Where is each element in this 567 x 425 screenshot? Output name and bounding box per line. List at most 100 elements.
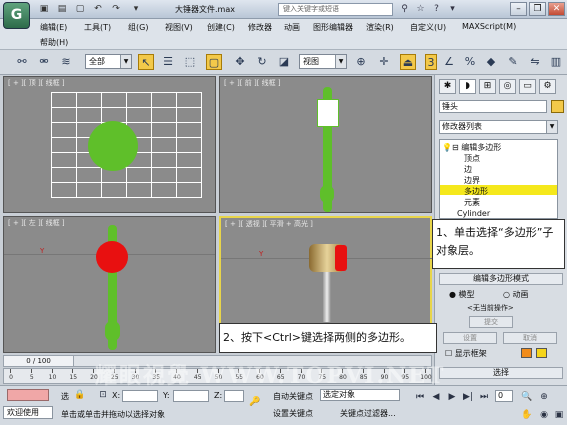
utilities-tab-icon[interactable]: ⚙ [539, 79, 556, 94]
select-by-name-icon[interactable]: ☰ [160, 54, 176, 70]
hammer-head-selected[interactable] [96, 241, 128, 273]
rollout-selection[interactable]: 选择 [439, 367, 563, 379]
new-icon[interactable]: ▢ [74, 3, 86, 15]
selection-filter-dropdown[interactable]: 全部 ▼ [85, 54, 132, 69]
viewport-front[interactable]: [ + ][ 前 ][ 线框 ] [219, 76, 432, 213]
pivot-center-icon[interactable]: ⊕ [353, 54, 369, 70]
hammer-head-selected[interactable] [317, 99, 339, 127]
z-coordinate-field[interactable] [224, 390, 244, 402]
bind-spacewarp-icon[interactable]: ≋ [58, 54, 74, 70]
hammer-face-selected[interactable] [335, 245, 347, 271]
menu-group[interactable]: 组(G) [128, 22, 148, 33]
reference-coord-dropdown[interactable]: 视图 ▼ [299, 54, 347, 69]
menu-help[interactable]: 帮助(H) [40, 37, 68, 48]
lock-selection-icon[interactable]: 🔒 [73, 388, 87, 402]
viewport-label[interactable]: [ + ][ 顶 ][ 线框 ] [8, 78, 65, 88]
prev-frame-icon[interactable]: ◀ [429, 390, 443, 404]
orbit-icon[interactable]: ◉ [537, 408, 551, 422]
selected-object-dropdown[interactable]: 选定对象 [320, 389, 400, 401]
project-icon[interactable]: ▾ [130, 3, 142, 15]
stack-item-polygon[interactable]: 多边形 [464, 186, 488, 197]
viewport-top[interactable]: [ + ][ 顶 ][ 线框 ] [3, 76, 216, 213]
modify-tab-icon[interactable]: ◗ [459, 79, 476, 94]
x-coordinate-field[interactable] [122, 390, 158, 402]
next-frame-icon[interactable]: ▶| [461, 390, 475, 404]
hierarchy-tab-icon[interactable]: ⊞ [479, 79, 496, 94]
show-cage-checkbox[interactable]: ☐ 显示框架 [445, 348, 487, 359]
search-input[interactable]: 键入关键字或短语 [278, 3, 393, 16]
object-color-swatch[interactable] [551, 100, 564, 113]
menu-modifiers[interactable]: 修改器 [248, 22, 272, 33]
y-coordinate-field[interactable] [173, 390, 209, 402]
maximize-viewport-icon[interactable]: ▣ [552, 408, 566, 422]
current-frame-field[interactable]: 0 [495, 390, 513, 402]
pan-icon[interactable]: ✋ [520, 408, 534, 422]
key-filters-button[interactable]: 关键点过滤器... [340, 408, 396, 419]
stack-item-edge[interactable]: 边 [464, 164, 472, 175]
mode-animate-radio[interactable]: ○ 动画 [503, 289, 529, 300]
help-icon[interactable]: ? [430, 3, 443, 16]
stack-root-editpoly[interactable]: 💡⊟ 编辑多边形 [442, 142, 501, 153]
cage-selected-color-swatch[interactable] [536, 348, 547, 358]
display-tab-icon[interactable]: ▭ [519, 79, 536, 94]
menu-maxscript[interactable]: MAXScript(M) [462, 22, 516, 31]
setkey-button[interactable]: 设置关键点 [273, 408, 313, 419]
angle-snap-icon[interactable]: ∠ [441, 54, 457, 70]
unlink-icon[interactable]: ⚮ [36, 54, 52, 70]
stack-item-element[interactable]: 元素 [464, 197, 480, 208]
autokey-button[interactable]: 自动关键点 [273, 391, 313, 402]
menu-views[interactable]: 视图(V) [165, 22, 193, 33]
align-icon[interactable]: ▥ [548, 54, 564, 70]
open-icon[interactable]: ▣ [38, 3, 50, 15]
absolute-mode-icon[interactable]: ⊡ [96, 388, 110, 402]
cage-color-swatch[interactable] [521, 348, 532, 358]
goto-end-icon[interactable]: ⏭ [477, 390, 491, 404]
viewport-label[interactable]: [ + ][ 透视 ][ 平滑 + 高光 ] [225, 219, 313, 229]
settings-button[interactable]: 设置 [443, 332, 497, 344]
stack-item-cylinder[interactable]: Cylinder [457, 209, 490, 218]
cancel-button[interactable]: 取消 [503, 332, 557, 344]
maxscript-listener[interactable] [7, 389, 49, 401]
mode-model-radio[interactable]: ● 模型 [449, 289, 475, 300]
viewport-label[interactable]: [ + ][ 左 ][ 线框 ] [8, 218, 65, 228]
goto-start-icon[interactable]: ⏮ [413, 390, 427, 404]
minimize-button[interactable]: – [510, 2, 527, 16]
rotate-icon[interactable]: ↻ [254, 54, 270, 70]
hammer-head-shape[interactable] [88, 121, 138, 171]
viewport-left[interactable]: [ + ][ 左 ][ 线框 ] Y [3, 216, 216, 353]
modifier-list-dropdown[interactable]: 修改器列表 ▼ [439, 120, 558, 134]
rollout-editpoly-mode[interactable]: 编辑多边形模式 [439, 273, 563, 285]
modifier-stack[interactable]: 💡⊟ 编辑多边形 顶点 边 边界 多边形 元素 [439, 139, 558, 219]
commit-button[interactable]: 提交 [469, 316, 513, 328]
scale-icon[interactable]: ◪ [276, 54, 292, 70]
mirror-icon[interactable]: ⇋ [527, 54, 543, 70]
spinner-snap-icon[interactable]: ◆ [483, 54, 499, 70]
menu-create[interactable]: 创建(C) [207, 22, 235, 33]
time-slider-thumb[interactable]: 0 / 100 [4, 356, 74, 366]
percent-snap-icon[interactable]: % [462, 54, 478, 70]
motion-tab-icon[interactable]: ◎ [499, 79, 516, 94]
star-icon[interactable]: ☆ [414, 3, 427, 16]
manipulate-icon[interactable]: ✛ [376, 54, 392, 70]
menu-graph-editors[interactable]: 图形编辑器 [313, 22, 353, 33]
save-icon[interactable]: ▤ [56, 3, 68, 15]
binoculars-icon[interactable]: ⚲ [398, 3, 411, 16]
link-icon[interactable]: ⚯ [14, 54, 30, 70]
menu-animation[interactable]: 动画 [284, 22, 300, 33]
menu-edit[interactable]: 编辑(E) [40, 22, 67, 33]
key-icon[interactable]: 🔑 [248, 395, 262, 409]
close-button[interactable]: ✕ [548, 2, 565, 16]
object-name-field[interactable]: 锤头 [439, 100, 547, 113]
zoom-icon[interactable]: 🔍 [520, 390, 534, 404]
menu-tools[interactable]: 工具(T) [84, 22, 111, 33]
app-logo[interactable]: G [3, 2, 30, 29]
move-icon[interactable]: ✥ [232, 54, 248, 70]
select-object-icon[interactable]: ↖ [138, 54, 154, 70]
viewport-label[interactable]: [ + ][ 前 ][ 线框 ] [224, 78, 281, 88]
selection-region-icon[interactable]: ⬚ [182, 54, 198, 70]
window-crossing-icon[interactable]: ▢ [206, 54, 222, 70]
play-icon[interactable]: ▶ [445, 390, 459, 404]
named-selection-icon[interactable]: ✎ [505, 54, 521, 70]
redo-icon[interactable]: ↷ [110, 3, 122, 15]
keyboard-shortcut-icon[interactable]: ⏏ [400, 54, 416, 70]
